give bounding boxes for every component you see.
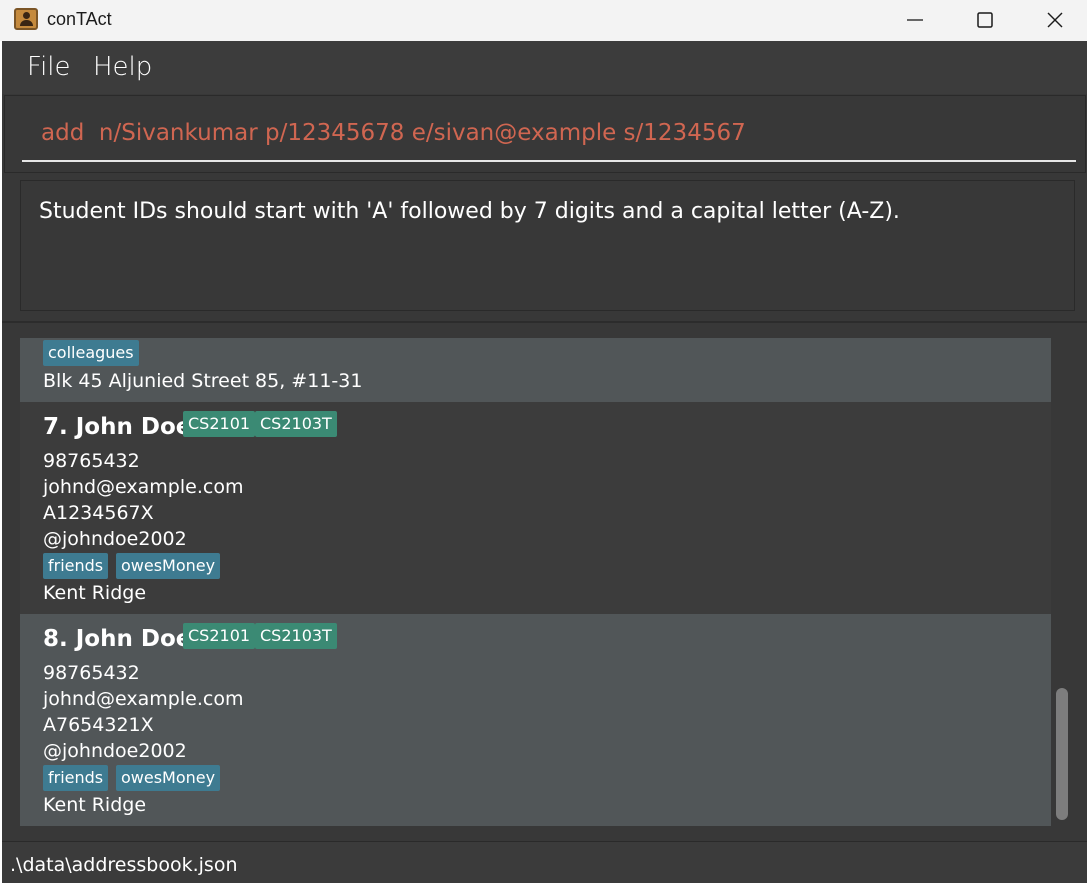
maximize-button[interactable] [950, 0, 1020, 38]
close-icon [1047, 12, 1063, 28]
person-card[interactable]: colleagues Blk 45 Aljunied Street 85, #1… [20, 338, 1051, 402]
person-card[interactable]: 7. John Doe CS2101 CS2103T 98765432 john… [20, 402, 1051, 614]
list-scrollbar-thumb[interactable] [1056, 688, 1068, 820]
result-message: Student IDs should start with 'A' follow… [39, 199, 900, 224]
person-card[interactable]: 8. John Doe CS2101 CS2103T 98765432 john… [20, 614, 1051, 826]
person-name: 8. John Doe [43, 626, 192, 652]
window-title: conTAct [47, 9, 112, 29]
person-telegram: @johndoe2002 [43, 528, 187, 550]
tag-label: owesMoney [116, 765, 221, 791]
module-tag: CS2103T [255, 623, 337, 649]
minimize-button[interactable] [880, 0, 950, 38]
module-tag: CS2101 [183, 623, 256, 649]
tag-label: owesMoney [116, 553, 221, 579]
save-file-path: .\data\addressbook.json [10, 854, 238, 876]
module-tag: CS2103T [255, 411, 337, 437]
tag-label: friends [43, 553, 109, 579]
close-button[interactable] [1020, 0, 1087, 38]
app-contact-book-icon [14, 8, 38, 30]
app-window: File Help add n/Sivankumar p/12345678 e/… [2, 41, 1087, 883]
person-name: 7. John Doe [43, 414, 192, 440]
person-student-id: A1234567X [43, 502, 154, 524]
minimize-icon [907, 19, 923, 21]
menu-bar: File Help [2, 41, 1087, 94]
maximize-icon [977, 12, 993, 28]
person-telegram: @johndoe2002 [43, 740, 187, 762]
person-address: Kent Ridge [43, 582, 147, 604]
result-display[interactable]: Student IDs should start with 'A' follow… [20, 180, 1075, 311]
person-phone: 98765432 [43, 662, 140, 684]
person-email: johnd@example.com [43, 688, 244, 710]
menu-file[interactable]: File [27, 52, 71, 82]
tag-label: colleagues [43, 340, 139, 366]
divider [2, 321, 1087, 323]
menu-help[interactable]: Help [93, 52, 152, 82]
command-input[interactable]: add n/Sivankumar p/12345678 e/sivan@exam… [41, 120, 746, 146]
person-student-id: A7654321X [43, 714, 154, 736]
tag-label: friends [43, 765, 109, 791]
person-address: Blk 45 Aljunied Street 85, #11-31 [43, 370, 363, 392]
command-input-underline [22, 160, 1076, 162]
status-bar: .\data\addressbook.json [2, 841, 1087, 883]
person-email: johnd@example.com [43, 476, 244, 498]
module-tag: CS2101 [183, 411, 256, 437]
person-phone: 98765432 [43, 450, 140, 472]
person-address: Kent Ridge [43, 794, 147, 816]
person-list[interactable]: colleagues Blk 45 Aljunied Street 85, #1… [2, 324, 1087, 840]
title-bar: conTAct [0, 0, 1087, 41]
